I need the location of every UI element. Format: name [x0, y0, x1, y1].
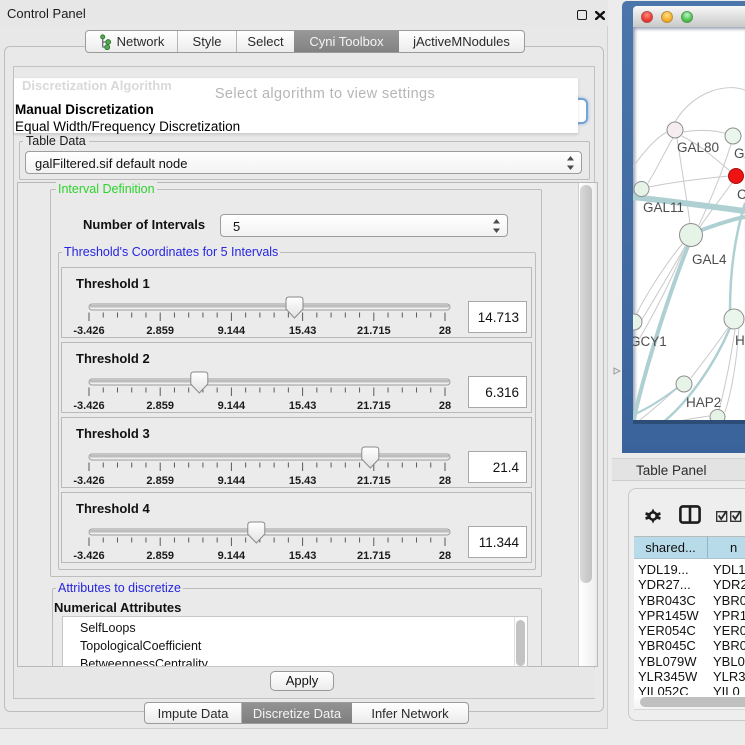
svg-text:21.715: 21.715 [357, 550, 391, 562]
svg-text:GAL80: GAL80 [677, 140, 719, 155]
svg-text:15.43: 15.43 [289, 400, 317, 412]
svg-text:GCY1: GCY1 [633, 334, 667, 349]
svg-text:9.144: 9.144 [218, 550, 246, 562]
svg-text:-3.426: -3.426 [73, 475, 104, 487]
svg-text:2.859: 2.859 [146, 550, 174, 562]
svg-text:15.43: 15.43 [289, 325, 317, 337]
svg-text:-3.426: -3.426 [73, 325, 104, 337]
svg-text:28: 28 [439, 325, 451, 337]
svg-text:H: H [735, 333, 745, 348]
svg-text:28: 28 [439, 475, 451, 487]
svg-text:28: 28 [439, 550, 451, 562]
svg-text:2.859: 2.859 [146, 475, 174, 487]
svg-text:9.144: 9.144 [218, 400, 246, 412]
svg-text:9.144: 9.144 [218, 325, 246, 337]
svg-text:HAP2: HAP2 [686, 395, 721, 410]
svg-text:-3.426: -3.426 [73, 550, 104, 562]
svg-text:15.43: 15.43 [289, 475, 317, 487]
svg-text:GAL4: GAL4 [692, 252, 727, 267]
svg-text:-3.426: -3.426 [73, 400, 104, 412]
svg-text:9.144: 9.144 [218, 475, 246, 487]
svg-text:21.715: 21.715 [357, 475, 391, 487]
svg-text:2.859: 2.859 [146, 400, 174, 412]
svg-text:2.859: 2.859 [146, 325, 174, 337]
svg-text:28: 28 [439, 400, 451, 412]
svg-text:15.43: 15.43 [289, 550, 317, 562]
svg-text:GAL11: GAL11 [643, 200, 684, 215]
svg-text:21.715: 21.715 [357, 325, 391, 337]
svg-text:GA: GA [734, 146, 745, 161]
svg-text:21.715: 21.715 [357, 400, 391, 412]
svg-text:C: C [737, 187, 745, 202]
